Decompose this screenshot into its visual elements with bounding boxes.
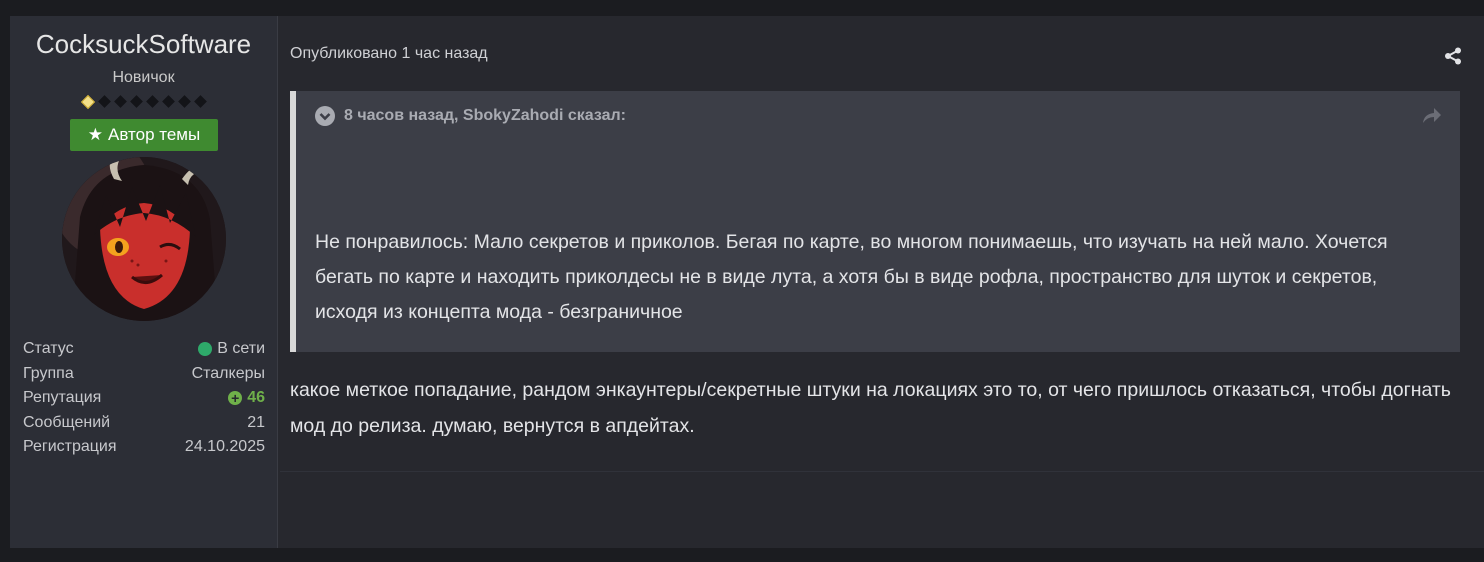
quote-block: 8 часов назад, SbokyZahodi сказал: Не по… [290,91,1460,352]
stat-row-status: Статус В сети [23,337,265,362]
author-stats: Статус В сети Группа Сталкеры Репутация … [23,337,265,460]
post-meta[interactable]: Опубликовано 1 час назад [290,44,488,64]
rank-pip [146,95,159,108]
rank-pip [178,95,191,108]
plus-circle-icon: + [228,391,243,406]
post-body: какое меткое попадание, рандом энкаунтер… [290,379,1451,437]
stat-row-group: Группа Сталкеры [23,362,265,387]
reputation-value: 46 [247,389,265,406]
rank-pip [98,95,111,108]
stat-value: Сталкеры [191,364,265,382]
avatar[interactable] [62,157,226,321]
stat-row-reputation: Репутация + 46 [23,386,265,411]
quote-text: Не понравилось: Мало секретов и приколов… [315,231,1388,323]
author-rank: Новичок [112,69,175,86]
avatar-image [62,157,226,321]
reply-arrow-icon[interactable] [1422,107,1442,125]
stat-label: Регистрация [23,438,117,455]
rank-pip [162,95,175,108]
stat-value: + 46 [228,386,265,411]
stat-row-posts: Сообщений 21 [23,411,265,436]
online-status-icon [198,342,213,357]
topic-starter-badge: ★ Автор темы [70,119,218,151]
chevron-down-circle-icon[interactable] [315,106,335,126]
author-panel: CocksuckSoftware Новичок ★ Автор темы Ст… [10,16,278,548]
online-status-text: В сети [217,340,265,357]
quote-citation: 8 часов назад, SbokyZahodi сказал: [344,107,626,124]
forum-post: CocksuckSoftware Новичок ★ Автор темы Ст… [10,16,1484,548]
rank-pip [194,95,207,108]
post-divider [280,471,1484,472]
rank-pip-filled [80,94,96,110]
rank-pip [114,95,127,108]
stat-label: Статус [23,340,74,357]
quote-header[interactable]: 8 часов назад, SbokyZahodi сказал: [315,106,626,126]
rank-pips [80,94,207,110]
rank-pip [130,95,143,108]
stat-label: Сообщений [23,413,111,431]
stat-label: Репутация [23,389,102,406]
author-name[interactable]: CocksuckSoftware [10,28,277,60]
topic-starter-label: Автор темы [108,125,201,144]
stat-label: Группа [23,364,74,382]
stat-value: 24.10.2025 [184,438,265,455]
stat-value: В сети [198,337,265,362]
stat-value: 21 [247,413,265,431]
share-icon[interactable] [1444,47,1462,65]
stat-row-registration: Регистрация 24.10.2025 [23,435,265,460]
star-icon: ★ [87,125,104,144]
